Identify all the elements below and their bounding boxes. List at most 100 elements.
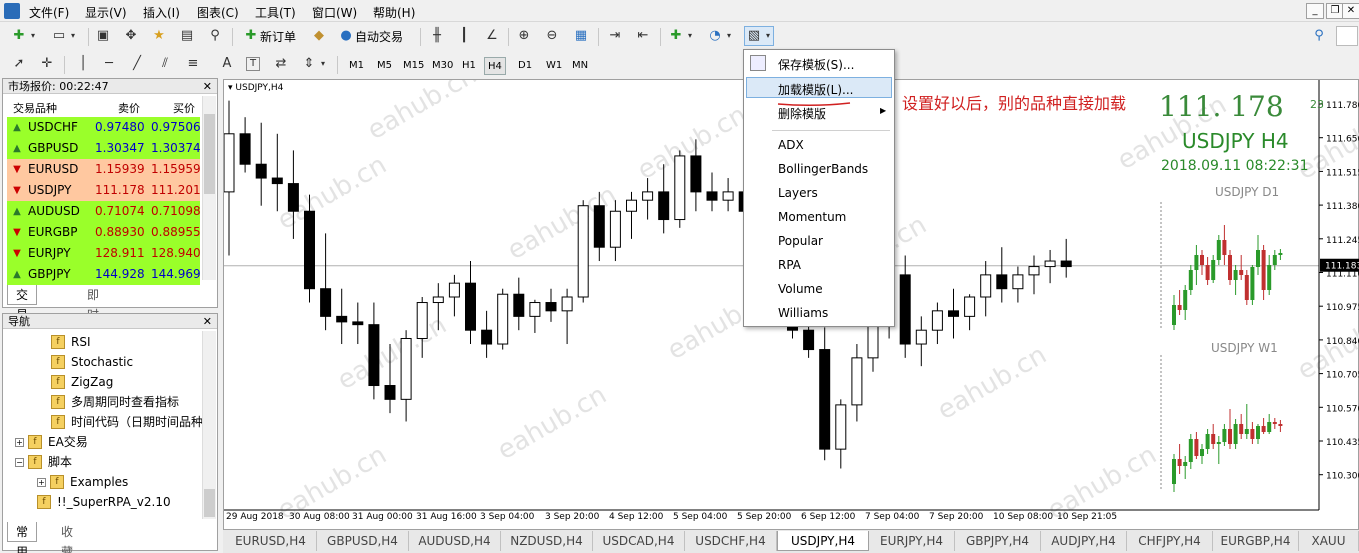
tf-m5[interactable]: M5: [374, 57, 395, 75]
candlestick-button[interactable]: ┃: [455, 26, 473, 46]
candle-body[interactable]: [448, 282, 460, 298]
market-watch-row[interactable]: ▲ GBPUSD 1.30347 1.30374: [7, 138, 201, 159]
market-watch-row[interactable]: ▼ USDJPY 111.178 111.201: [7, 180, 201, 201]
col-ask[interactable]: 买价: [173, 100, 195, 116]
tf-d1[interactable]: D1: [515, 57, 535, 75]
candle-body[interactable]: [819, 349, 831, 450]
tile-windows-button[interactable]: ▦: [572, 26, 590, 46]
menu-template-adx[interactable]: ADX: [778, 138, 804, 152]
menu-template-rpa[interactable]: RPA: [778, 258, 801, 272]
chart-tab[interactable]: GBPUSD,H4: [317, 531, 409, 551]
search-input[interactable]: [1336, 26, 1358, 46]
candle-body[interactable]: [513, 293, 525, 317]
data-window-button[interactable]: ✥: [122, 26, 140, 46]
candle-body[interactable]: [851, 357, 863, 406]
tab-favorites[interactable]: 收藏夹: [53, 522, 81, 553]
chart-tab[interactable]: USDJPY,H4: [777, 531, 869, 551]
candle-body[interactable]: [529, 302, 541, 317]
chart-tab[interactable]: EURGBP,H4: [1213, 531, 1299, 551]
channel-button[interactable]: ⫽: [156, 54, 174, 74]
candle-body[interactable]: [481, 329, 493, 345]
menu-charts[interactable]: 图表(C): [197, 4, 239, 21]
horizontal-line-button[interactable]: ─: [100, 54, 118, 74]
candle-body[interactable]: [996, 274, 1008, 290]
navigator-item[interactable]: f RSI: [51, 332, 91, 352]
candle-body[interactable]: [1028, 266, 1040, 276]
candle-body[interactable]: [722, 191, 734, 201]
candle-body[interactable]: [224, 133, 235, 193]
trendline-button[interactable]: ╱: [128, 54, 146, 74]
candle-body[interactable]: [384, 385, 396, 400]
chart-tab[interactable]: NZDUSD,H4: [501, 531, 593, 551]
candle-body[interactable]: [320, 288, 332, 317]
expand-icon[interactable]: +: [15, 437, 24, 447]
market-watch-row[interactable]: ▲ AUDUSD 0.71074 0.71098: [7, 201, 201, 222]
close-icon[interactable]: ✕: [203, 314, 212, 329]
candle-body[interactable]: [1012, 274, 1024, 290]
expand-icon[interactable]: +: [37, 477, 46, 487]
candle-body[interactable]: [416, 302, 428, 339]
navigator-item[interactable]: f !!_SuperRPA_v2.10: [37, 492, 171, 512]
new-chart-button[interactable]: ✚ ▾: [10, 26, 38, 46]
tf-m30[interactable]: M30: [429, 57, 456, 75]
chart-tab[interactable]: AUDJPY,H4: [1041, 531, 1127, 551]
navigator-item[interactable]: f 多周期同时查看指标: [51, 392, 179, 412]
bar-chart-button[interactable]: ╫: [428, 26, 446, 46]
templates-button[interactable]: ▧ ▾: [744, 26, 774, 46]
terminal-button[interactable]: ▤: [178, 26, 196, 46]
chart-tab[interactable]: AUDUSD,H4: [409, 531, 501, 551]
close-icon[interactable]: ✕: [203, 79, 212, 94]
indicators-button[interactable]: ✚ ▾: [667, 26, 695, 46]
tf-h1[interactable]: H1: [459, 57, 479, 75]
navigator-button[interactable]: ★: [150, 26, 168, 46]
candle-body[interactable]: [577, 205, 589, 298]
profiles-button[interactable]: ▭ ▾: [50, 26, 78, 46]
tf-m15[interactable]: M15: [400, 57, 427, 75]
candle-body[interactable]: [931, 310, 943, 331]
candle-body[interactable]: [271, 177, 283, 185]
chart-tab[interactable]: USDCAD,H4: [593, 531, 685, 551]
candle-body[interactable]: [690, 155, 702, 193]
market-watch-row[interactable]: ▼ EURJPY 128.911 128.940: [7, 243, 201, 264]
candle-body[interactable]: [400, 337, 412, 400]
vertical-line-button[interactable]: │: [74, 54, 92, 74]
candle-body[interactable]: [674, 155, 686, 221]
col-bid[interactable]: 卖价: [118, 100, 140, 116]
candle-body[interactable]: [835, 404, 847, 450]
new-order-button[interactable]: ✚ 新订单: [242, 26, 296, 46]
menu-view[interactable]: 显示(V): [85, 4, 127, 21]
menu-template-momentum[interactable]: Momentum: [778, 210, 846, 224]
candle-body[interactable]: [287, 183, 299, 212]
menu-template-popular[interactable]: Popular: [778, 234, 823, 248]
minimize-icon[interactable]: _: [1306, 3, 1324, 19]
periods-button[interactable]: ◔ ▾: [706, 26, 734, 46]
menu-delete-template[interactable]: 删除模版: [778, 105, 826, 122]
menu-insert[interactable]: 插入(I): [143, 4, 180, 21]
candle-body[interactable]: [255, 163, 267, 179]
zoom-out-button[interactable]: ⊖: [543, 26, 561, 46]
candle-body[interactable]: [593, 205, 605, 248]
candle-body[interactable]: [915, 329, 927, 345]
market-watch-row[interactable]: ▼ EURGBP 0.88930 0.88955: [7, 222, 201, 243]
tf-w1[interactable]: W1: [543, 57, 565, 75]
chart-shift-button[interactable]: ⇥: [606, 26, 624, 46]
candle-body[interactable]: [658, 191, 670, 221]
text-label-button[interactable]: T: [246, 54, 260, 74]
candle-body[interactable]: [1060, 260, 1072, 268]
strategy-tester-button[interactable]: ⚲: [206, 26, 224, 46]
search-button[interactable]: ⚲: [1310, 26, 1328, 46]
chart-tab[interactable]: GBPJPY,H4: [955, 531, 1041, 551]
chart-tab[interactable]: CHFJPY,H4: [1127, 531, 1213, 551]
tab-symbols[interactable]: 交易品种: [7, 285, 38, 362]
candle-body[interactable]: [964, 296, 976, 317]
candle-body[interactable]: [304, 210, 315, 290]
arrow-tools-button[interactable]: ⇄: [272, 54, 290, 74]
candle-body[interactable]: [352, 321, 364, 326]
menu-template-volume[interactable]: Volume: [778, 282, 823, 296]
market-watch-row[interactable]: ▲ USDCHF 0.97480 0.97506: [7, 117, 201, 138]
candle-body[interactable]: [948, 310, 959, 317]
market-watch-row[interactable]: ▼ EURUSD 1.15939 1.15959: [7, 159, 201, 180]
expand-icon[interactable]: −: [15, 457, 24, 467]
candle-body[interactable]: [239, 133, 251, 165]
fibonacci-button[interactable]: ≡: [184, 54, 202, 74]
